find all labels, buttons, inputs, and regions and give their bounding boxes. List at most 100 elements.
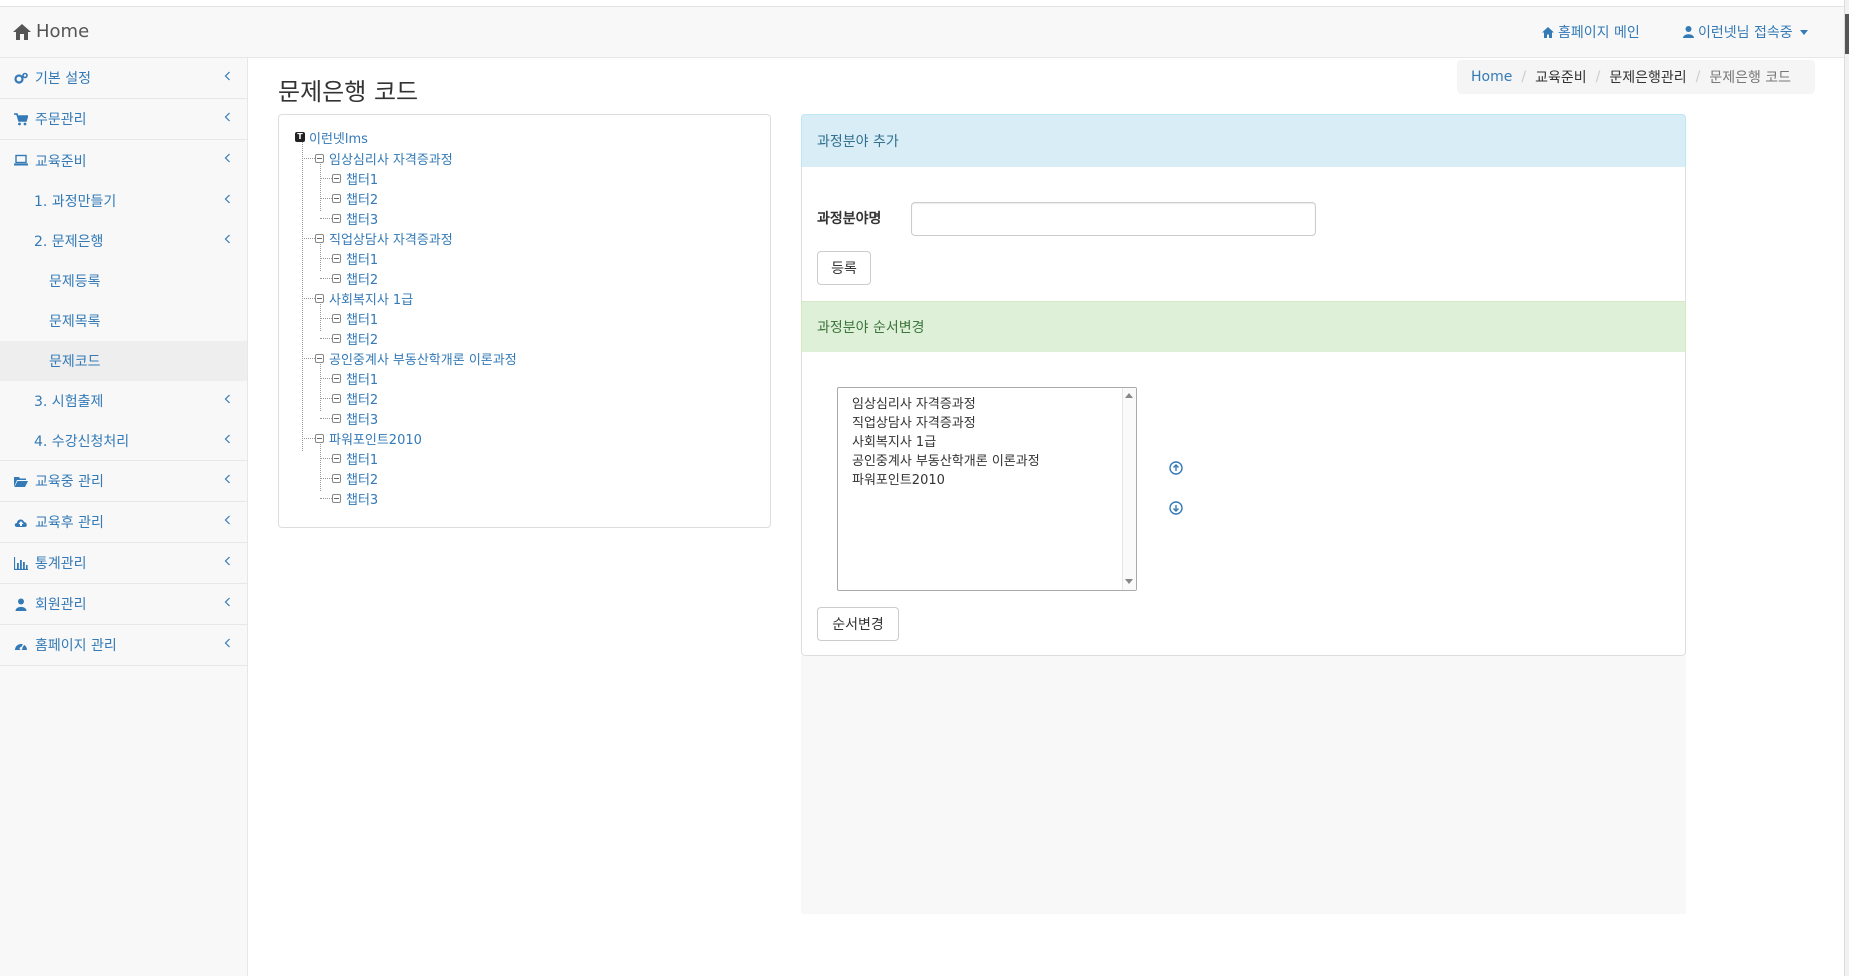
sidebar-item-question-bank[interactable]: 2. 문제은행 [0, 221, 247, 261]
collapse-icon[interactable] [315, 233, 324, 243]
content-footer-area [801, 656, 1686, 914]
tree-course-label: 직업상담사 자격증과정 [329, 232, 453, 248]
chevron-left-icon [224, 71, 230, 81]
tree-chapter-node[interactable]: 챕터1 [320, 368, 378, 388]
sidebar-item-label: 기본 설정 [35, 71, 91, 87]
collapse-icon[interactable] [315, 293, 324, 303]
node-icon [332, 393, 341, 403]
sidebar-item-education-prep[interactable]: 교육준비 [0, 140, 247, 181]
tree-chapter-node[interactable]: 챕터2 [320, 268, 378, 288]
breadcrumb-home[interactable]: Home [1471, 69, 1512, 85]
sidebar-item-label: 회원관리 [35, 597, 87, 613]
top-navbar: Home 홈페이지 메인 이런넷님 접속중 [0, 7, 1849, 58]
sidebar: 기본 설정 주문관리 교육준비 1. 과정만들기 2. 문제은행 문제등록 문제… [0, 58, 248, 976]
user-icon [1683, 26, 1694, 38]
list-item[interactable]: 직업상담사 자격증과정 [852, 412, 976, 431]
tree-course-label: 임상심리사 자격증과정 [329, 152, 453, 168]
category-name-input[interactable] [911, 202, 1316, 236]
sidebar-item-label: 주문관리 [35, 112, 87, 128]
tree-course-node[interactable]: 직업상담사 자격증과정 [302, 228, 453, 248]
sidebar-item-question-code[interactable]: 문제코드 [0, 341, 247, 381]
list-item[interactable]: 사회복지사 1급 [852, 431, 936, 450]
tree-course-node[interactable]: 파워포인트2010 [302, 428, 422, 448]
breadcrumb-separator: / [1595, 69, 1601, 85]
tree-chapter-label: 챕터2 [346, 332, 379, 348]
node-icon [332, 373, 341, 383]
list-item[interactable]: 파워포인트2010 [852, 469, 945, 488]
sidebar-item-exam[interactable]: 3. 시험출제 [0, 381, 247, 421]
tree-chapter-label: 챕터2 [346, 192, 379, 208]
tree-chapter-node[interactable]: 챕터3 [320, 408, 378, 428]
tree-course-node[interactable]: 공인중계사 부동산학개론 이론과정 [302, 348, 517, 368]
sidebar-item-basic-settings[interactable]: 기본 설정 [0, 58, 247, 99]
node-icon [332, 493, 341, 503]
sidebar-item-label: 홈페이지 관리 [35, 638, 117, 654]
user-menu-dropdown[interactable]: 이런넷님 접속중 [1683, 22, 1808, 42]
sidebar-item-orders[interactable]: 주문관리 [0, 99, 247, 140]
brand-link[interactable]: Home [12, 21, 89, 42]
folder-open-icon [14, 476, 28, 487]
listbox-scrollbar[interactable] [1122, 388, 1136, 590]
sidebar-item-question-list[interactable]: 문제목록 [0, 301, 247, 341]
tree-root[interactable]: T 이런넷lms [295, 127, 368, 147]
sidebar-item-course-create[interactable]: 1. 과정만들기 [0, 181, 247, 221]
tree-chapter-label: 챕터3 [346, 492, 379, 508]
collapse-icon[interactable] [315, 433, 324, 443]
tree-course-node[interactable]: 임상심리사 자격증과정 [302, 148, 453, 168]
scroll-down-arrow-icon[interactable] [1125, 579, 1133, 584]
add-category-panel-heading: 과정분야 추가 [801, 114, 1686, 168]
sidebar-item-members[interactable]: 회원관리 [0, 584, 247, 625]
reorder-submit-button[interactable]: 순서변경 [817, 607, 899, 641]
chevron-left-icon [224, 153, 230, 163]
sidebar-item-label: 문제등록 [49, 274, 101, 290]
node-icon [332, 253, 341, 263]
tree-chapter-label: 챕터1 [346, 372, 379, 388]
tree-root-icon: T [295, 132, 305, 142]
home-icon [1542, 26, 1554, 38]
homepage-main-link[interactable]: 홈페이지 메인 [1542, 22, 1640, 42]
tree-chapter-node[interactable]: 챕터3 [320, 208, 378, 228]
collapse-icon[interactable] [315, 353, 324, 363]
homepage-main-label: 홈페이지 메인 [1558, 25, 1640, 41]
node-icon [332, 453, 341, 463]
sidebar-item-post-education[interactable]: 교육후 관리 [0, 502, 247, 543]
node-icon [332, 413, 341, 423]
scrollbar-thumb[interactable] [1845, 14, 1849, 54]
sidebar-item-label: 2. 문제은행 [34, 234, 104, 250]
chevron-down-icon [1799, 29, 1808, 35]
tree-chapter-node[interactable]: 챕터1 [320, 308, 378, 328]
tree-chapter-node[interactable]: 챕터1 [320, 248, 378, 268]
tree-chapter-node[interactable]: 챕터2 [320, 388, 378, 408]
sidebar-item-in-progress[interactable]: 교육중 관리 [0, 461, 247, 502]
sidebar-item-homepage-admin[interactable]: 홈페이지 관리 [0, 625, 247, 666]
tree-chapter-label: 챕터2 [346, 392, 379, 408]
category-order-listbox[interactable]: 임상심리사 자격증과정 직업상담사 자격증과정 사회복지사 1급 공인중계사 부… [837, 387, 1137, 591]
chevron-left-icon [224, 234, 230, 244]
scroll-up-arrow-icon[interactable] [1125, 393, 1133, 398]
sidebar-item-statistics[interactable]: 통계관리 [0, 543, 247, 584]
chevron-left-icon [224, 515, 230, 525]
chevron-left-icon [224, 638, 230, 648]
tree-chapter-node[interactable]: 챕터2 [320, 468, 378, 488]
tree-chapter-node[interactable]: 챕터1 [320, 448, 378, 468]
collapse-icon[interactable] [315, 153, 324, 163]
sidebar-item-label: 문제목록 [49, 314, 101, 330]
list-item[interactable]: 임상심리사 자격증과정 [852, 393, 976, 412]
move-up-icon[interactable] [1169, 461, 1183, 475]
tree-chapter-node[interactable]: 챕터1 [320, 168, 378, 188]
brand-label: Home [36, 21, 90, 42]
move-down-icon[interactable] [1169, 501, 1183, 515]
tree-root-label: 이런넷lms [309, 131, 368, 147]
tree-chapter-node[interactable]: 챕터2 [320, 328, 378, 348]
home-icon [13, 23, 31, 40]
cogs-icon [14, 72, 28, 84]
sidebar-item-question-register[interactable]: 문제등록 [0, 261, 247, 301]
tree-course-node[interactable]: 사회복지사 1급 [302, 288, 413, 308]
tree-chapter-node[interactable]: 챕터3 [320, 488, 378, 508]
register-button[interactable]: 등록 [817, 251, 871, 285]
page-scrollbar[interactable] [1844, 0, 1849, 976]
sidebar-item-enrollment[interactable]: 4. 수강신청처리 [0, 421, 247, 461]
list-item[interactable]: 공인중계사 부동산학개론 이론과정 [852, 450, 1040, 469]
add-category-heading: 과정분야 추가 [817, 134, 899, 150]
tree-chapter-node[interactable]: 챕터2 [320, 188, 378, 208]
